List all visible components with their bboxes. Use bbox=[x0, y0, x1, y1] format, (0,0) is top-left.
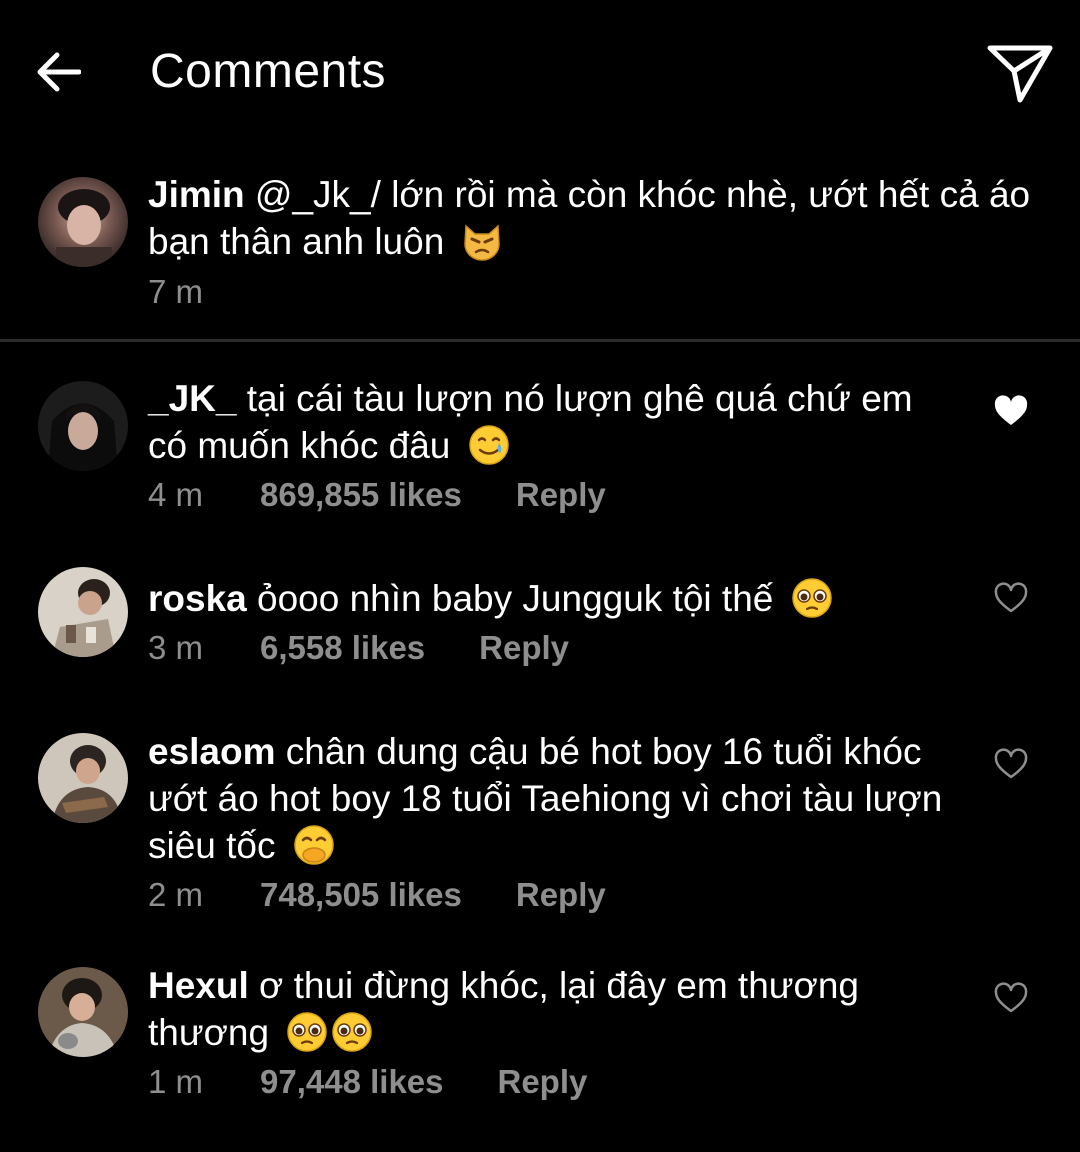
comment-text: ỏooo nhìn baby Jungguk tội thế bbox=[246, 578, 774, 619]
comment-time: 3 m bbox=[148, 629, 204, 666]
comment-username[interactable]: eslaom bbox=[148, 731, 276, 772]
comment-body: _JK_ tại cái tàu lượn nó lượn ghê quá ch… bbox=[148, 375, 948, 477]
pleading-face-emoji bbox=[285, 1011, 375, 1064]
like-button[interactable] bbox=[990, 578, 1032, 618]
comment-meta: 2 m 748,505 likes Reply bbox=[148, 875, 606, 915]
comment-meta: 3 m 6,558 likes Reply bbox=[148, 628, 569, 668]
like-button[interactable] bbox=[990, 744, 1032, 784]
comments-header: Comments bbox=[0, 0, 1080, 145]
like-button[interactable] bbox=[990, 978, 1032, 1018]
likes-count[interactable]: 869,855 likes bbox=[260, 475, 462, 515]
heart-filled-icon bbox=[994, 395, 1028, 425]
avatar[interactable] bbox=[38, 967, 128, 1057]
likes-count[interactable]: 748,505 likes bbox=[260, 875, 462, 915]
back-button[interactable] bbox=[30, 44, 86, 100]
pleading-face-emoji bbox=[790, 577, 834, 630]
comment-time: 4 m bbox=[148, 476, 204, 513]
share-button[interactable] bbox=[982, 38, 1058, 108]
divider bbox=[0, 339, 1080, 342]
comment-body: Jimin @_Jk_/ lớn rồi mà còn khóc nhè, ướ… bbox=[148, 171, 1080, 273]
page-title: Comments bbox=[150, 45, 387, 98]
comment-text: tại cái tàu lượn nó lượn ghê quá chứ em … bbox=[148, 378, 913, 466]
arrow-left-icon bbox=[37, 52, 81, 92]
comment-text: @_Jk_/ lớn rồi mà còn khóc nhè, ướt hết … bbox=[148, 174, 1031, 262]
comment-username[interactable]: roska bbox=[148, 578, 247, 619]
heart-outline-icon bbox=[994, 748, 1028, 779]
comment-text: ơ thui đừng khóc, lại đây em thương thươ… bbox=[148, 965, 859, 1053]
smiling-face-with-tear-emoji bbox=[467, 424, 511, 477]
comment-username[interactable]: Hexul bbox=[148, 965, 249, 1006]
comment-body: eslaom chân dung cậu bé hot boy 16 tuổi … bbox=[148, 728, 948, 877]
comment-meta: 1 m 97,448 likes Reply bbox=[148, 1062, 587, 1102]
comment-meta: 7 m bbox=[148, 272, 260, 312]
comment-body: roska ỏooo nhìn baby Jungguk tội thế bbox=[148, 575, 948, 630]
comment-time: 2 m bbox=[148, 876, 204, 913]
comment-body: Hexul ơ thui đừng khóc, lại đây em thươn… bbox=[148, 962, 948, 1064]
avatar[interactable] bbox=[38, 733, 128, 823]
comment-time: 7 m bbox=[148, 273, 204, 310]
comment-username[interactable]: _JK_ bbox=[148, 378, 236, 419]
reply-button[interactable]: Reply bbox=[516, 475, 606, 515]
like-button[interactable] bbox=[990, 391, 1032, 431]
comment-meta: 4 m 869,855 likes Reply bbox=[148, 475, 606, 515]
avatar[interactable] bbox=[38, 381, 128, 471]
likes-count[interactable]: 6,558 likes bbox=[260, 628, 425, 668]
heart-outline-icon bbox=[994, 982, 1028, 1013]
face-with-hand-over-mouth-emoji bbox=[292, 824, 336, 877]
reply-button[interactable]: Reply bbox=[516, 875, 606, 915]
reply-button[interactable]: Reply bbox=[479, 628, 569, 668]
pouting-cat-emoji bbox=[461, 222, 503, 273]
avatar[interactable] bbox=[38, 567, 128, 657]
heart-outline-icon bbox=[994, 582, 1028, 613]
likes-count[interactable]: 97,448 likes bbox=[260, 1062, 444, 1102]
comment-time: 1 m bbox=[148, 1063, 204, 1100]
paper-plane-icon bbox=[987, 45, 1053, 103]
comment-username[interactable]: Jimin bbox=[148, 174, 245, 215]
avatar[interactable] bbox=[38, 177, 128, 267]
reply-button[interactable]: Reply bbox=[498, 1062, 588, 1102]
